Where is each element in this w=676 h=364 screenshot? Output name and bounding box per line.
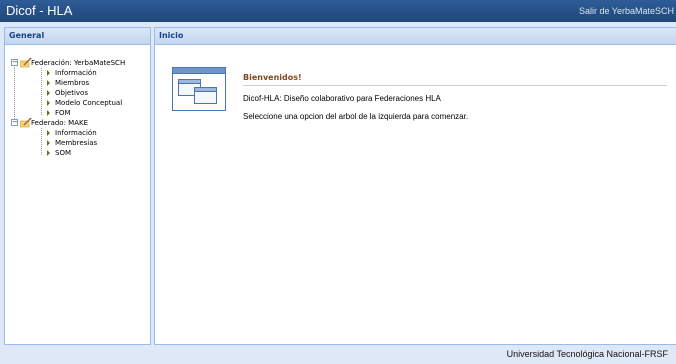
windows-icon: [172, 67, 226, 111]
welcome-divider: [243, 85, 667, 86]
tree-leaf-fom[interactable]: FOM: [11, 108, 151, 118]
app-header-bar: Dicof - HLA Salir de YerbaMateSCH: [0, 0, 676, 22]
tree-leaf-label: Información: [55, 69, 97, 77]
navigation-panel: General − Federación: YerbaMateSCH Infor…: [4, 27, 151, 345]
arrow-right-icon: [47, 70, 50, 76]
arrow-right-icon: [47, 150, 50, 156]
arrow-right-icon: [47, 110, 50, 116]
tree-leaf-informacion[interactable]: Información: [11, 68, 151, 78]
footer-text: Universidad Tecnológica Nacional-FRSF: [506, 349, 668, 359]
content-panel-title: Inicio: [155, 28, 676, 45]
arrow-right-icon: [47, 100, 50, 106]
tree-leaf-label: FOM: [55, 109, 71, 117]
tree-node-label: Federación: YerbaMateSCH: [31, 59, 126, 67]
arrow-right-icon: [47, 80, 50, 86]
arrow-right-icon: [47, 140, 50, 146]
tree-leaf-informacion-federado[interactable]: Información: [11, 128, 151, 138]
tree-leaf-label: Membresías: [55, 139, 98, 147]
tree-leaf-som[interactable]: SOM: [11, 148, 151, 158]
logout-link[interactable]: Salir de YerbaMateSCH: [579, 6, 674, 16]
navigation-tree: − Federación: YerbaMateSCH Información M…: [11, 58, 151, 158]
tree-node-label: Federado: MAKE: [31, 119, 89, 127]
content-panel: Inicio Bienvenidos! Dicof-HLA: Diseño co…: [154, 27, 676, 345]
tree-node-federacion[interactable]: − Federación: YerbaMateSCH: [11, 58, 151, 68]
tree-leaf-membresias[interactable]: Membresías: [11, 138, 151, 148]
tree-leaf-miembros[interactable]: Miembros: [11, 78, 151, 88]
tree-leaf-label: Modelo Conceptual: [55, 99, 123, 107]
tree-connector-line: [14, 67, 15, 119]
tree-leaf-modelo-conceptual[interactable]: Modelo Conceptual: [11, 98, 151, 108]
tree-leaf-objetivos[interactable]: Objetivos: [11, 88, 151, 98]
tree-leaf-label: Objetivos: [55, 89, 88, 97]
welcome-title: Bienvenidos!: [243, 73, 302, 82]
collapse-toggle-icon[interactable]: −: [11, 119, 18, 126]
welcome-instructions: Seleccione una opcion del arbol de la iz…: [243, 112, 469, 121]
arrow-right-icon: [47, 90, 50, 96]
navigation-panel-title: General: [5, 28, 150, 45]
app-title: Dicof - HLA: [6, 3, 73, 18]
tree-leaf-label: SOM: [55, 149, 71, 157]
tree-leaf-label: Información: [55, 129, 97, 137]
tree-leaf-label: Miembros: [55, 79, 90, 87]
tree-connector-line: [41, 128, 42, 155]
collapse-toggle-icon[interactable]: −: [11, 59, 18, 66]
welcome-description: Dicof-HLA: Diseño colaborativo para Fede…: [243, 94, 441, 103]
tree-node-federado[interactable]: − Federado: MAKE: [11, 118, 151, 128]
arrow-right-icon: [47, 130, 50, 136]
tree-connector-line: [41, 68, 42, 115]
